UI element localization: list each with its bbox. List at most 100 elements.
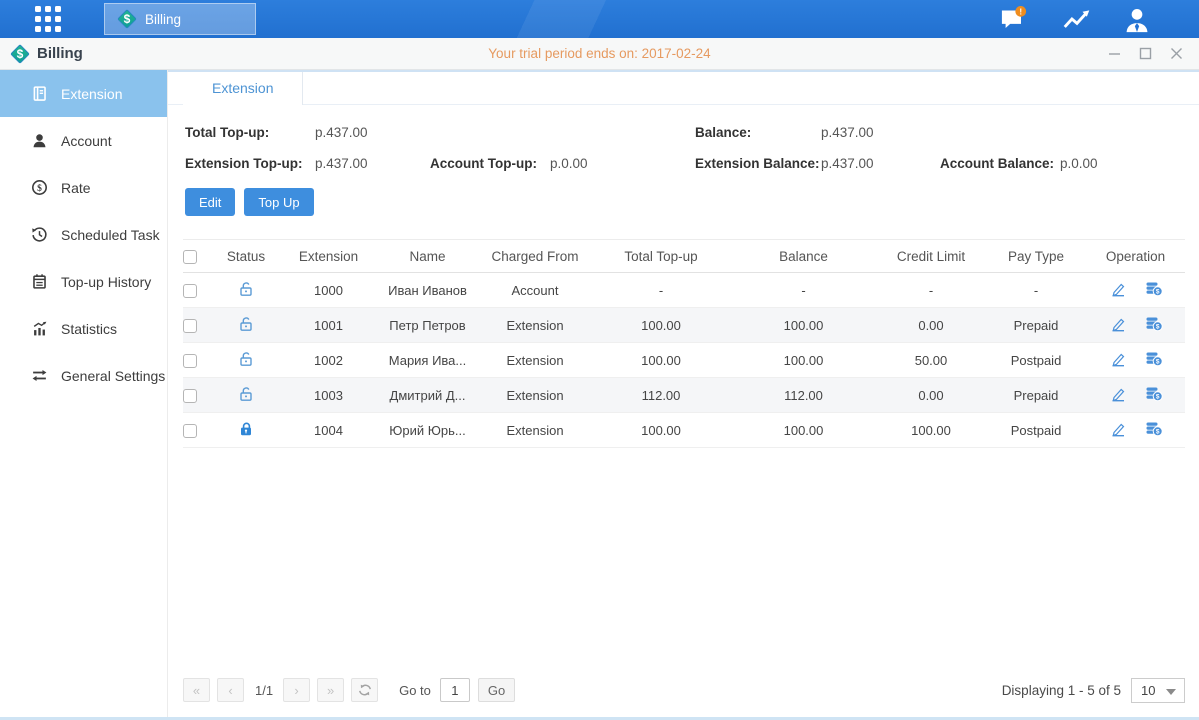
edit-icon[interactable] [1109, 385, 1127, 403]
topup-icon[interactable]: $ [1145, 420, 1163, 437]
topup-icon[interactable]: $ [1145, 350, 1163, 367]
cell-charged-from: Extension [479, 413, 591, 448]
summary-extension-balance: Extension Balance: p.437.00 [695, 156, 940, 171]
cell-credit-limit: 0.00 [876, 308, 986, 343]
summary-label: Account Top-up: [430, 156, 550, 171]
svg-text:$: $ [1155, 429, 1159, 436]
notepad-icon [31, 273, 48, 290]
close-icon[interactable] [1170, 47, 1183, 60]
last-page-button[interactable]: » [317, 678, 344, 702]
row-checkbox[interactable] [183, 354, 197, 368]
topup-icon[interactable]: $ [1145, 385, 1163, 402]
chat-icon[interactable]: ! [997, 6, 1027, 32]
billing-diamond-icon: $ [10, 44, 30, 64]
summary-balance: Balance: p.437.00 [695, 125, 940, 140]
user-icon [31, 132, 48, 149]
first-page-button[interactable]: « [183, 678, 210, 702]
summary-label: Extension Top-up: [185, 156, 315, 171]
tab-extension[interactable]: Extension [183, 72, 303, 105]
page-size-value: 10 [1141, 683, 1155, 698]
sidebar-item-rate[interactable]: $ Rate [0, 164, 167, 211]
summary-panel: Total Top-up: p.437.00 Balance: p.437.00… [168, 105, 1199, 171]
cell-charged-from: Extension [479, 308, 591, 343]
refresh-icon [358, 683, 372, 697]
sidebar-item-scheduled-task[interactable]: Scheduled Task [0, 211, 167, 258]
pagination-bar: « ‹ 1/1 › » Go to Go Displaying 1 - 5 of… [183, 666, 1185, 714]
minimize-icon[interactable] [1108, 47, 1121, 60]
page-indicator: 1/1 [255, 683, 273, 698]
row-checkbox[interactable] [183, 424, 197, 438]
taskbar-tab-billing[interactable]: $ Billing [104, 3, 256, 35]
cell-pay-type: Postpaid [986, 343, 1086, 378]
sidebar-item-general-settings[interactable]: General Settings [0, 352, 167, 399]
summary-account-topup: Account Top-up: p.0.00 [430, 156, 695, 171]
cell-name: Мария Ива... [376, 343, 479, 378]
chevron-down-icon [1166, 689, 1176, 695]
next-page-button[interactable]: › [283, 678, 310, 702]
sidebar-item-extension[interactable]: Extension [0, 70, 167, 117]
page-size-select[interactable]: 10 [1131, 678, 1185, 703]
topup-icon[interactable]: $ [1145, 315, 1163, 332]
edit-icon[interactable] [1109, 350, 1127, 368]
cell-pay-type: - [986, 273, 1086, 308]
maximize-icon[interactable] [1139, 47, 1152, 60]
sidebar-item-label: Statistics [61, 321, 117, 337]
svg-text:$: $ [1155, 324, 1159, 331]
svg-text:$: $ [1155, 394, 1159, 401]
app-title: Billing [37, 45, 83, 62]
edit-icon[interactable] [1109, 280, 1127, 298]
go-button[interactable]: Go [478, 678, 515, 702]
transfer-arrows-icon [31, 367, 48, 384]
table-header-row: Status Extension Name Charged From Total… [183, 240, 1185, 273]
sidebar-item-label: Rate [61, 180, 91, 196]
summary-total-topup: Total Top-up: p.437.00 [185, 125, 430, 140]
edit-icon[interactable] [1109, 315, 1127, 333]
sidebar-item-statistics[interactable]: Statistics [0, 305, 167, 352]
summary-extension-topup: Extension Top-up: p.437.00 [185, 156, 430, 171]
tab-strip: Extension [168, 70, 1199, 105]
row-checkbox[interactable] [183, 319, 197, 333]
summary-label: Extension Balance: [695, 156, 821, 171]
refresh-button[interactable] [351, 678, 378, 702]
bar-chart-icon [31, 320, 48, 337]
cell-pay-type: Prepaid [986, 378, 1086, 413]
sidebar-item-label: Scheduled Task [61, 227, 160, 243]
edit-icon[interactable] [1109, 420, 1127, 438]
cell-balance: - [731, 273, 876, 308]
summary-label: Balance: [695, 125, 821, 140]
edit-button[interactable]: Edit [185, 188, 235, 216]
sidebar-item-topup-history[interactable]: Top-up History [0, 258, 167, 305]
cell-total-topup: - [591, 273, 731, 308]
prev-page-button[interactable]: ‹ [217, 678, 244, 702]
chart-icon[interactable] [1059, 6, 1089, 32]
table-row: 1004 Юрий Юрь... Extension 100.00 100.00… [183, 413, 1185, 448]
unlocked-icon [237, 315, 255, 333]
top-bar: $ Billing ! [0, 0, 1199, 38]
user-icon[interactable] [1121, 6, 1151, 32]
top-up-button[interactable]: Top Up [244, 188, 313, 216]
col-pay-type: Pay Type [986, 240, 1086, 273]
goto-page-input[interactable] [440, 678, 470, 702]
cell-charged-from: Extension [479, 343, 591, 378]
main-content: Extension Total Top-up: p.437.00 Balance… [168, 70, 1199, 717]
svg-text:!: ! [1019, 7, 1022, 16]
summary-value: p.437.00 [821, 125, 874, 140]
cell-total-topup: 100.00 [591, 413, 731, 448]
cell-pay-type: Prepaid [986, 308, 1086, 343]
summary-value: p.0.00 [550, 156, 588, 171]
row-checkbox[interactable] [183, 284, 197, 298]
cell-pay-type: Postpaid [986, 413, 1086, 448]
cell-extension: 1001 [281, 308, 376, 343]
cell-credit-limit: 100.00 [876, 413, 986, 448]
row-checkbox[interactable] [183, 389, 197, 403]
col-operation: Operation [1086, 240, 1185, 273]
topup-icon[interactable]: $ [1145, 280, 1163, 297]
cell-extension: 1003 [281, 378, 376, 413]
cell-extension: 1000 [281, 273, 376, 308]
sidebar-item-label: Account [61, 133, 112, 149]
summary-account-balance: Account Balance: p.0.00 [940, 156, 1199, 171]
sidebar-item-account[interactable]: Account [0, 117, 167, 164]
app-grid-icon[interactable] [35, 6, 61, 32]
select-all-checkbox[interactable] [183, 250, 197, 264]
cell-name: Иван Иванов [376, 273, 479, 308]
